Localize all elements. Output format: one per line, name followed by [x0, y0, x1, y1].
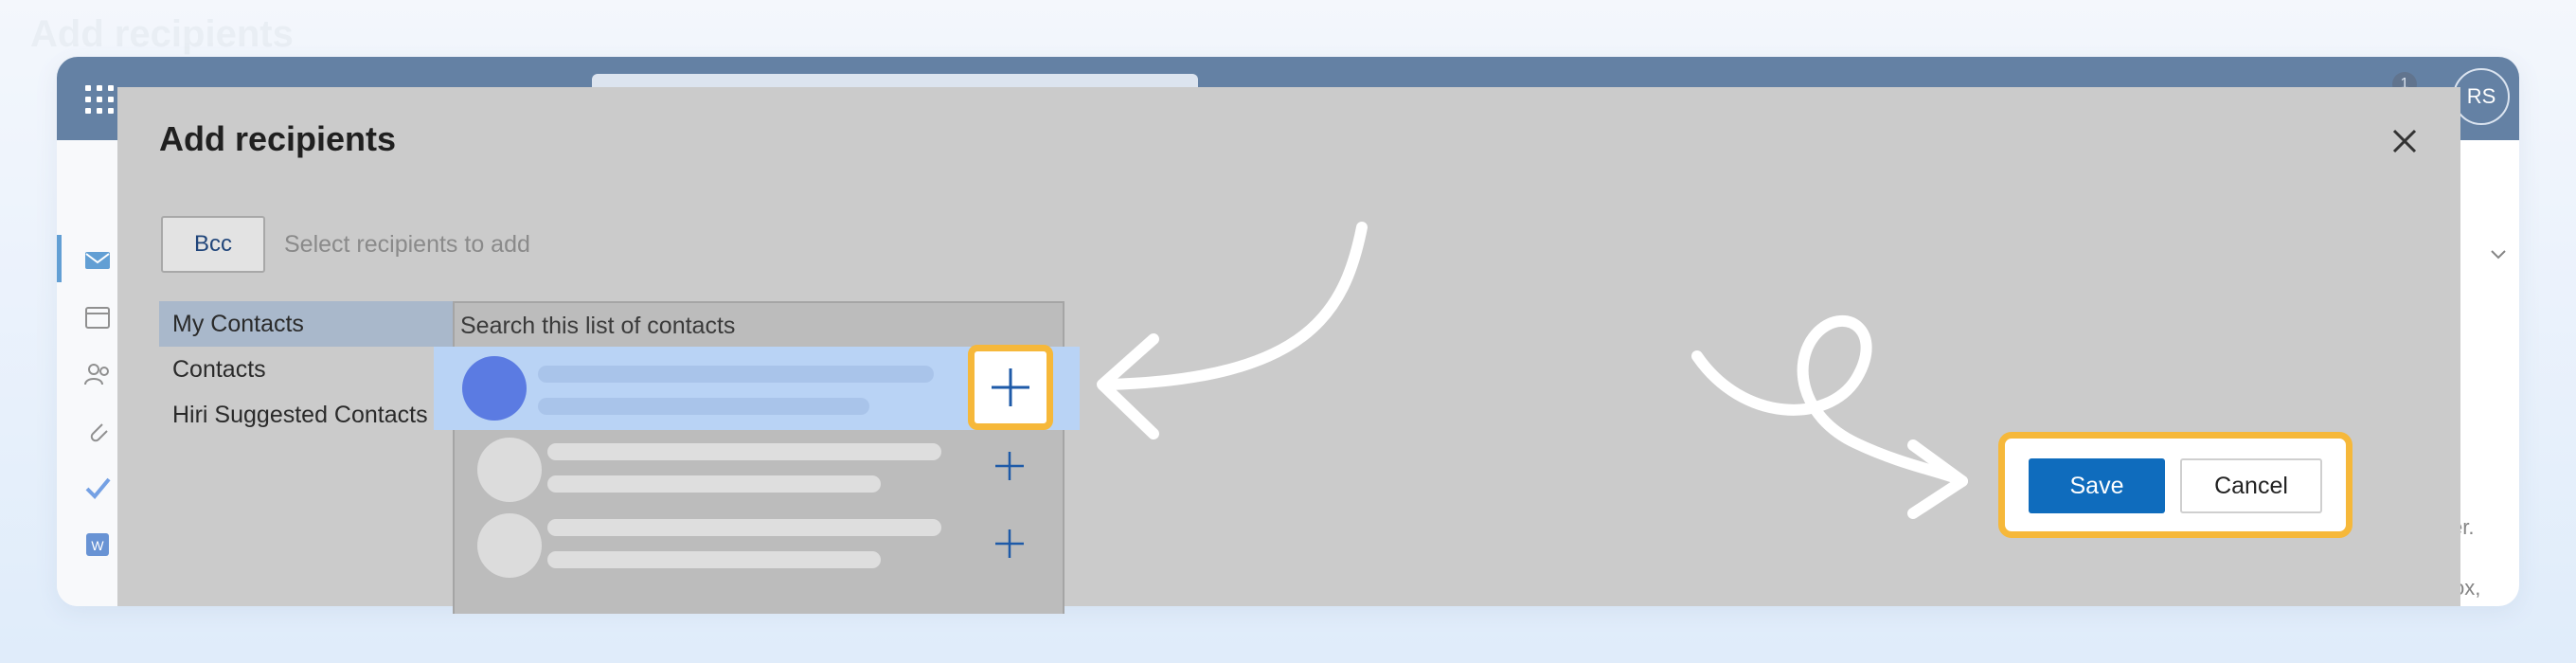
- word-icon-letter: W: [91, 538, 104, 553]
- save-button[interactable]: Save: [2029, 458, 2165, 513]
- add-contact-button[interactable]: [981, 515, 1038, 572]
- contact-name-placeholder: [538, 366, 934, 383]
- contact-sources-list: My Contacts Contacts Hiri Suggested Cont…: [159, 301, 453, 614]
- todo-check-icon[interactable]: [83, 474, 112, 502]
- contact-row[interactable]: [455, 432, 1063, 510]
- contacts-search-input[interactable]: Search this list of contacts: [460, 313, 735, 340]
- contact-email-placeholder: [538, 398, 869, 415]
- add-contact-button[interactable]: [981, 438, 1038, 494]
- chevron-down-icon[interactable]: [2487, 242, 2510, 265]
- plus-icon: [995, 529, 1024, 558]
- rail-active-indicator: [57, 235, 62, 282]
- contact-email-placeholder: [547, 551, 881, 568]
- close-icon[interactable]: [2388, 125, 2421, 157]
- dialog-title: Add recipients: [159, 119, 397, 158]
- cancel-button[interactable]: Cancel: [2180, 458, 2322, 513]
- calendar-icon[interactable]: [83, 303, 112, 332]
- source-item-my-contacts[interactable]: My Contacts: [159, 301, 453, 347]
- recipients-input[interactable]: Select recipients to add: [284, 231, 530, 259]
- attachment-icon[interactable]: [83, 417, 112, 445]
- source-item-hiri-suggested[interactable]: Hiri Suggested Contacts: [159, 392, 453, 438]
- add-contact-button-highlighted[interactable]: [968, 345, 1053, 430]
- contact-avatar: [477, 438, 542, 502]
- contact-name-placeholder: [547, 443, 941, 460]
- contact-avatar: [477, 513, 542, 578]
- contact-name-placeholder: [547, 519, 941, 536]
- word-icon[interactable]: W: [83, 530, 112, 559]
- mail-icon[interactable]: [83, 246, 112, 275]
- contact-email-placeholder: [547, 475, 881, 493]
- source-item-contacts[interactable]: Contacts: [159, 347, 453, 392]
- plus-icon: [992, 368, 1029, 406]
- user-avatar[interactable]: RS: [2453, 68, 2510, 125]
- plus-icon: [995, 452, 1024, 480]
- people-icon[interactable]: [83, 360, 112, 388]
- bcc-button[interactable]: Bcc: [161, 216, 265, 273]
- contact-row[interactable]: [455, 510, 1063, 587]
- app-launcher-icon[interactable]: [85, 85, 114, 114]
- background-title: Add recipients: [30, 13, 294, 55]
- contact-avatar: [462, 356, 527, 421]
